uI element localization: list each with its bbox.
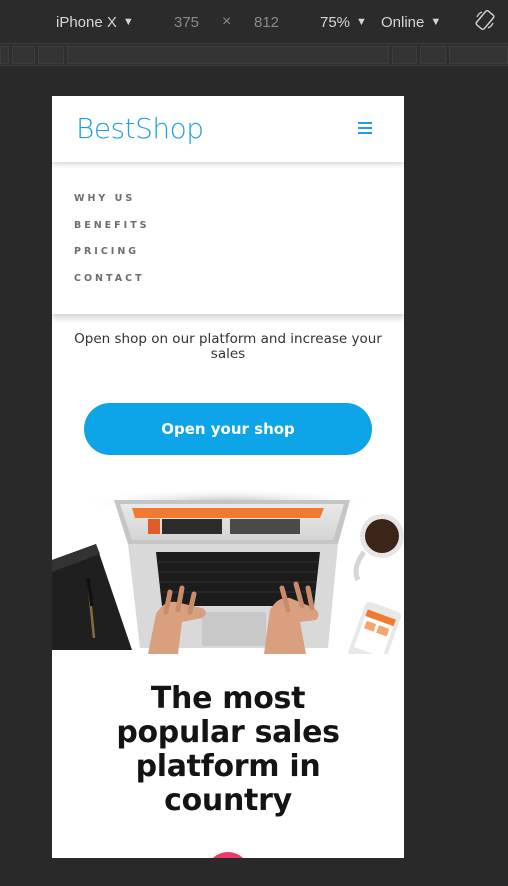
nav-item-contact[interactable]: CONTACT xyxy=(74,273,145,284)
site-logo[interactable]: BestShop xyxy=(76,112,204,145)
media-query-segment[interactable] xyxy=(67,46,389,64)
device-dropdown-caret-icon: ▼ xyxy=(122,16,134,28)
open-shop-button[interactable]: Open your shop xyxy=(84,403,372,455)
zoom-value: 75% xyxy=(320,13,351,31)
nav-item-why-us[interactable]: WHY US xyxy=(74,193,135,204)
mobile-nav-menu: WHY US BENEFITS PRICING CONTACT xyxy=(52,162,404,314)
width-input[interactable]: 375 xyxy=(174,12,199,32)
devtools-device-toolbar: iPhone X ▼ 375 × 812 75% ▼ Online ▼ xyxy=(0,0,508,44)
hero-tagline: Open shop on our platform and increase y… xyxy=(74,331,382,362)
media-query-segment[interactable] xyxy=(38,46,64,64)
network-throttle-select[interactable]: Online ▼ xyxy=(381,12,441,32)
network-value: Online xyxy=(381,13,425,31)
media-query-segment[interactable] xyxy=(12,46,35,64)
section-headline: The most popular sales platform in count… xyxy=(116,681,340,818)
hero-laptop-image xyxy=(52,488,404,654)
rotate-icon xyxy=(475,9,495,31)
rotate-button[interactable] xyxy=(474,9,496,31)
feature-circle-icon xyxy=(206,852,250,858)
height-input[interactable]: 812 xyxy=(254,12,279,32)
hamburger-icon[interactable] xyxy=(358,122,372,134)
device-select[interactable]: iPhone X ▼ xyxy=(56,12,134,32)
nav-item-pricing[interactable]: PRICING xyxy=(74,246,139,257)
media-query-segment[interactable] xyxy=(449,46,508,64)
nav-item-benefits[interactable]: BENEFITS xyxy=(74,220,150,231)
device-viewport: BestShop WHY US BENEFITS PRICING CONTACT… xyxy=(52,96,404,858)
dimension-separator: × xyxy=(222,13,232,30)
zoom-select[interactable]: 75% ▼ xyxy=(320,12,367,32)
device-name: iPhone X xyxy=(56,13,117,31)
media-query-segment[interactable] xyxy=(0,46,9,64)
media-query-segment[interactable] xyxy=(420,46,446,64)
network-dropdown-caret-icon: ▼ xyxy=(430,16,442,28)
site-header: BestShop xyxy=(52,96,404,162)
zoom-dropdown-caret-icon: ▼ xyxy=(356,16,367,28)
media-query-bar xyxy=(0,44,508,66)
media-query-segment[interactable] xyxy=(392,46,417,64)
